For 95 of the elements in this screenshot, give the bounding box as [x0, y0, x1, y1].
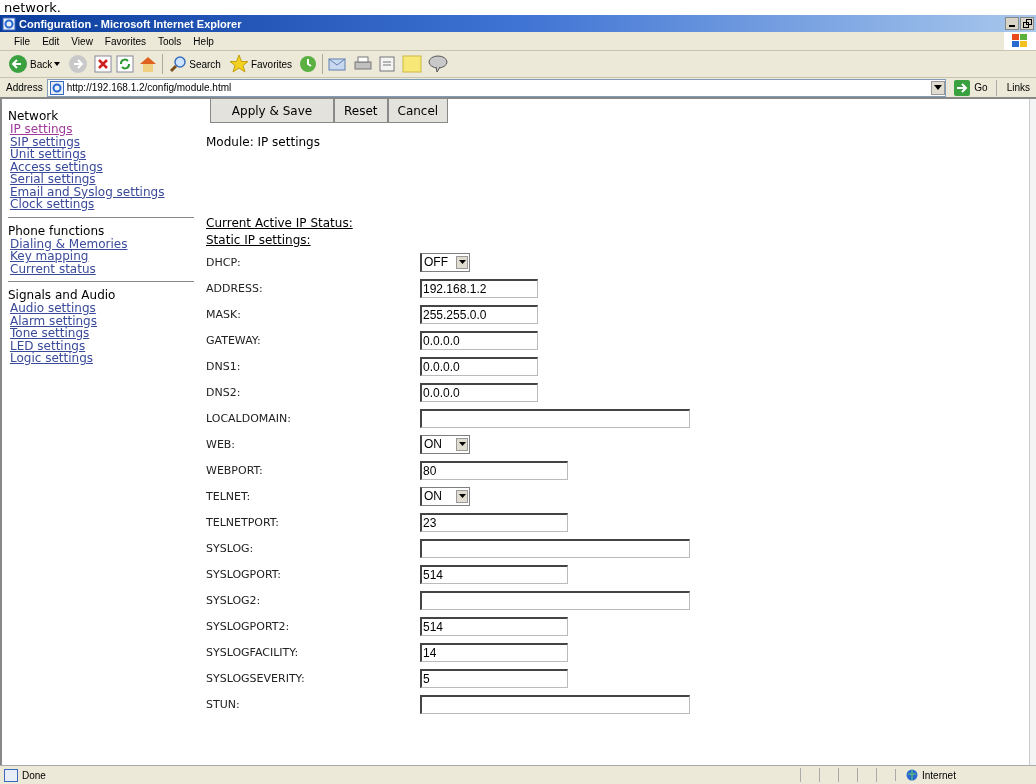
- field-label: GATEWAY:: [206, 333, 262, 347]
- sidebar-link[interactable]: Logic settings: [10, 352, 194, 365]
- minimize-icon: [1009, 25, 1015, 27]
- sidebar-heading: Network: [8, 109, 60, 123]
- sidebar-link[interactable]: Tone settings: [10, 327, 194, 340]
- input-field[interactable]: 80: [420, 460, 568, 480]
- refresh-icon[interactable]: [116, 55, 135, 73]
- input-field[interactable]: 192.168.1.2: [420, 278, 538, 298]
- sidebar-link[interactable]: Key mapping: [10, 250, 194, 263]
- sidebar-link[interactable]: Audio settings: [10, 302, 194, 315]
- form-button[interactable]: Reset: [334, 99, 388, 123]
- sidebar-link[interactable]: Dialing & Memories: [10, 237, 194, 250]
- status-zone: Internet: [895, 769, 1036, 781]
- back-button[interactable]: Back: [6, 54, 63, 74]
- field-label: DHCP:: [206, 255, 242, 269]
- sidebar-link[interactable]: Alarm settings: [10, 314, 194, 327]
- input-field[interactable]: 23: [420, 512, 568, 532]
- field-label: DNS2:: [206, 385, 242, 399]
- menu-item[interactable]: File: [8, 35, 37, 47]
- field-label: TELNETPORT:: [206, 515, 281, 529]
- sidebar-link[interactable]: Email and Syslog settings: [10, 185, 194, 198]
- go-button[interactable]: Go: [950, 79, 997, 96]
- form-button[interactable]: Apply & Save: [210, 99, 334, 123]
- field-label: SYSLOGSEVERITY:: [206, 671, 306, 685]
- sidebar-link[interactable]: SIP settings: [10, 135, 194, 148]
- field-label: SYSLOGPORT2:: [206, 619, 291, 633]
- history-icon[interactable]: [298, 54, 319, 74]
- input-field[interactable]: [420, 538, 690, 558]
- window-title: Configuration - Microsoft Internet Explorer: [19, 17, 242, 30]
- minimize-button[interactable]: [1005, 17, 1019, 30]
- select-field[interactable]: ON: [420, 486, 470, 506]
- field-label: SYSLOGFACILITY:: [206, 645, 300, 659]
- input-field[interactable]: [420, 694, 690, 714]
- input-field[interactable]: 0.0.0.0: [420, 356, 538, 376]
- star-icon: [228, 54, 249, 74]
- globe-icon: [906, 769, 918, 781]
- select-field[interactable]: OFF: [420, 252, 470, 272]
- search-button[interactable]: Search: [167, 55, 223, 73]
- sidebar-link[interactable]: Access settings: [10, 160, 194, 173]
- sidebar-link[interactable]: Serial settings: [10, 173, 194, 186]
- field-label: MASK:: [206, 307, 242, 321]
- field-label: WEB:: [206, 437, 237, 451]
- input-field[interactable]: [420, 408, 690, 428]
- windows-logo-icon: [1004, 32, 1036, 50]
- restore-button[interactable]: [1020, 17, 1034, 30]
- field-label: WEBPORT:: [206, 463, 264, 477]
- sidebar-link[interactable]: Unit settings: [10, 148, 194, 161]
- status-text: Done: [4, 768, 46, 782]
- input-field[interactable]: [420, 590, 690, 610]
- page-icon: [2, 16, 16, 31]
- menu-item[interactable]: Edit: [36, 35, 66, 47]
- field-label: SYSLOG2:: [206, 593, 262, 607]
- links-button[interactable]: Links: [1000, 82, 1036, 93]
- form-button[interactable]: Cancel: [387, 99, 449, 123]
- input-field[interactable]: 0.0.0.0: [420, 330, 538, 350]
- sidebar-link[interactable]: LED settings: [10, 339, 194, 352]
- speech-bubble-icon[interactable]: [427, 54, 450, 74]
- input-field[interactable]: 5: [420, 668, 568, 688]
- input-field[interactable]: 0.0.0.0: [420, 382, 538, 402]
- menu-item[interactable]: Tools: [152, 35, 188, 47]
- search-icon: [169, 55, 188, 73]
- field-label: STUN:: [206, 697, 241, 711]
- field-label: SYSLOGPORT:: [206, 567, 282, 581]
- sidebar-heading: Phone functions: [8, 223, 106, 238]
- field-label: TELNET:: [206, 489, 252, 503]
- field-label: SYSLOG:: [206, 541, 255, 555]
- section-link[interactable]: Static IP settings:: [206, 232, 1029, 249]
- menu-item[interactable]: View: [65, 35, 99, 47]
- sidebar-link[interactable]: IP settings: [10, 123, 194, 136]
- favorites-button[interactable]: Favorites: [226, 54, 295, 74]
- restore-icon: [1022, 19, 1032, 28]
- menu-item[interactable]: Help: [187, 35, 220, 47]
- stop-icon[interactable]: [94, 55, 113, 73]
- module-title: Module: IP settings: [206, 135, 321, 151]
- page-icon: [49, 80, 64, 95]
- sidebar-link[interactable]: Current status: [10, 262, 194, 275]
- sidebar-link[interactable]: Clock settings: [10, 198, 194, 211]
- section-link[interactable]: Current Active IP Status:: [206, 215, 1029, 232]
- input-field[interactable]: 255.255.0.0: [420, 304, 538, 324]
- field-label: ADDRESS:: [206, 281, 264, 295]
- field-label: DNS1:: [206, 359, 242, 373]
- select-field[interactable]: ON: [420, 434, 470, 454]
- menu-item[interactable]: Favorites: [98, 35, 152, 47]
- go-arrow-icon: [954, 79, 971, 96]
- caption-text: network.: [3, 0, 62, 15]
- input-field[interactable]: 14: [420, 642, 568, 662]
- sidebar-heading: Signals and Audio: [8, 288, 117, 302]
- address-field[interactable]: http://192.168.1.2/config/module.html: [46, 78, 947, 97]
- caret-icon: [54, 62, 61, 66]
- input-field[interactable]: 514: [420, 564, 568, 584]
- page-icon: [4, 768, 18, 782]
- address-label: Address: [6, 82, 43, 93]
- field-label: LOCALDOMAIN:: [206, 411, 293, 425]
- printer-icon[interactable]: [353, 55, 374, 73]
- input-field[interactable]: 514: [420, 616, 568, 636]
